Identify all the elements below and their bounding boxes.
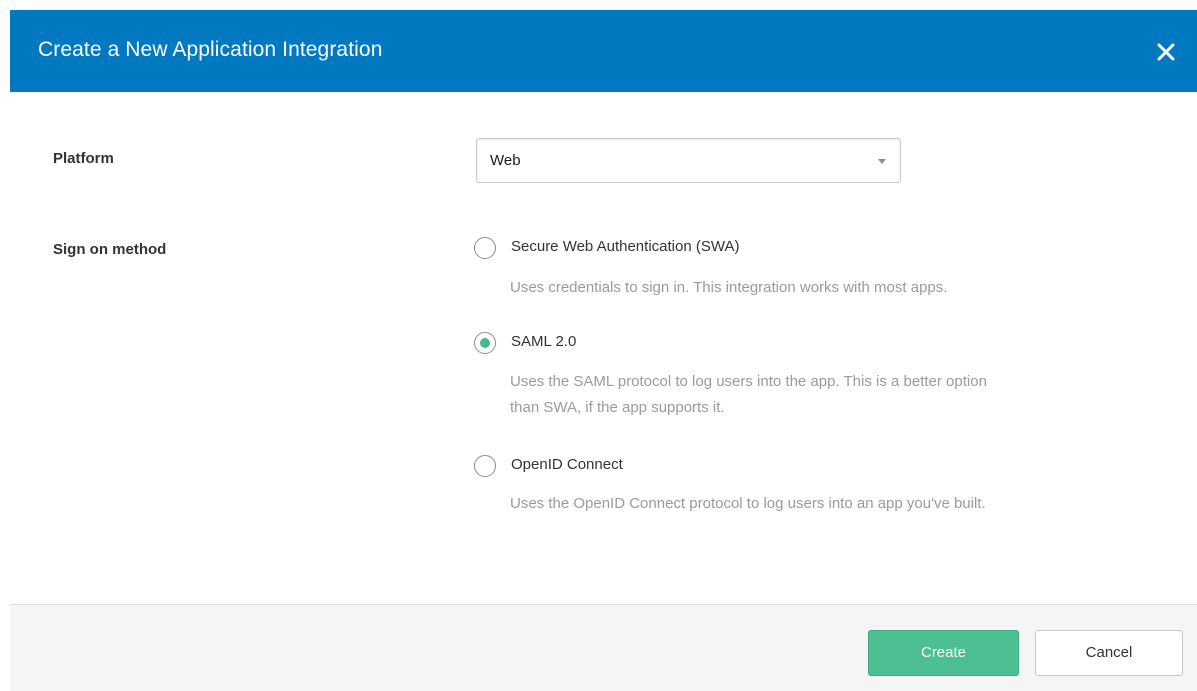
radio-button-swa[interactable] bbox=[474, 237, 496, 259]
dialog-header: Create a New Application Integration bbox=[10, 10, 1197, 92]
dialog-footer: Create Cancel bbox=[10, 604, 1197, 691]
radio-selected-dot bbox=[480, 338, 490, 348]
radio-label-saml[interactable]: SAML 2.0 bbox=[511, 333, 576, 350]
close-icon bbox=[1157, 43, 1175, 61]
radio-button-openid[interactable] bbox=[474, 455, 496, 477]
platform-selected-value: Web bbox=[490, 152, 521, 169]
dialog-body: Platform Web Sign on method Secure Web A… bbox=[10, 92, 1197, 604]
saml-description-line1: Uses the SAML protocol to log users into… bbox=[510, 373, 987, 390]
platform-label: Platform bbox=[53, 150, 114, 167]
platform-select[interactable]: Web bbox=[476, 138, 901, 183]
swa-description: Uses credentials to sign in. This integr… bbox=[510, 279, 948, 296]
radio-label-openid[interactable]: OpenID Connect bbox=[511, 456, 623, 473]
radio-button-saml[interactable] bbox=[474, 332, 496, 354]
dialog-title: Create a New Application Integration bbox=[38, 38, 383, 61]
create-button[interactable]: Create bbox=[868, 630, 1019, 676]
caret-down-icon bbox=[878, 159, 886, 164]
create-app-integration-dialog: Create a New Application Integration Pla… bbox=[0, 0, 1197, 691]
saml-description-line2: than SWA, if the app supports it. bbox=[510, 399, 725, 416]
openid-description: Uses the OpenID Connect protocol to log … bbox=[510, 495, 986, 512]
radio-label-swa[interactable]: Secure Web Authentication (SWA) bbox=[511, 238, 739, 255]
cancel-button[interactable]: Cancel bbox=[1035, 630, 1183, 676]
close-button[interactable] bbox=[1153, 39, 1179, 65]
sign-on-method-label: Sign on method bbox=[53, 241, 167, 258]
